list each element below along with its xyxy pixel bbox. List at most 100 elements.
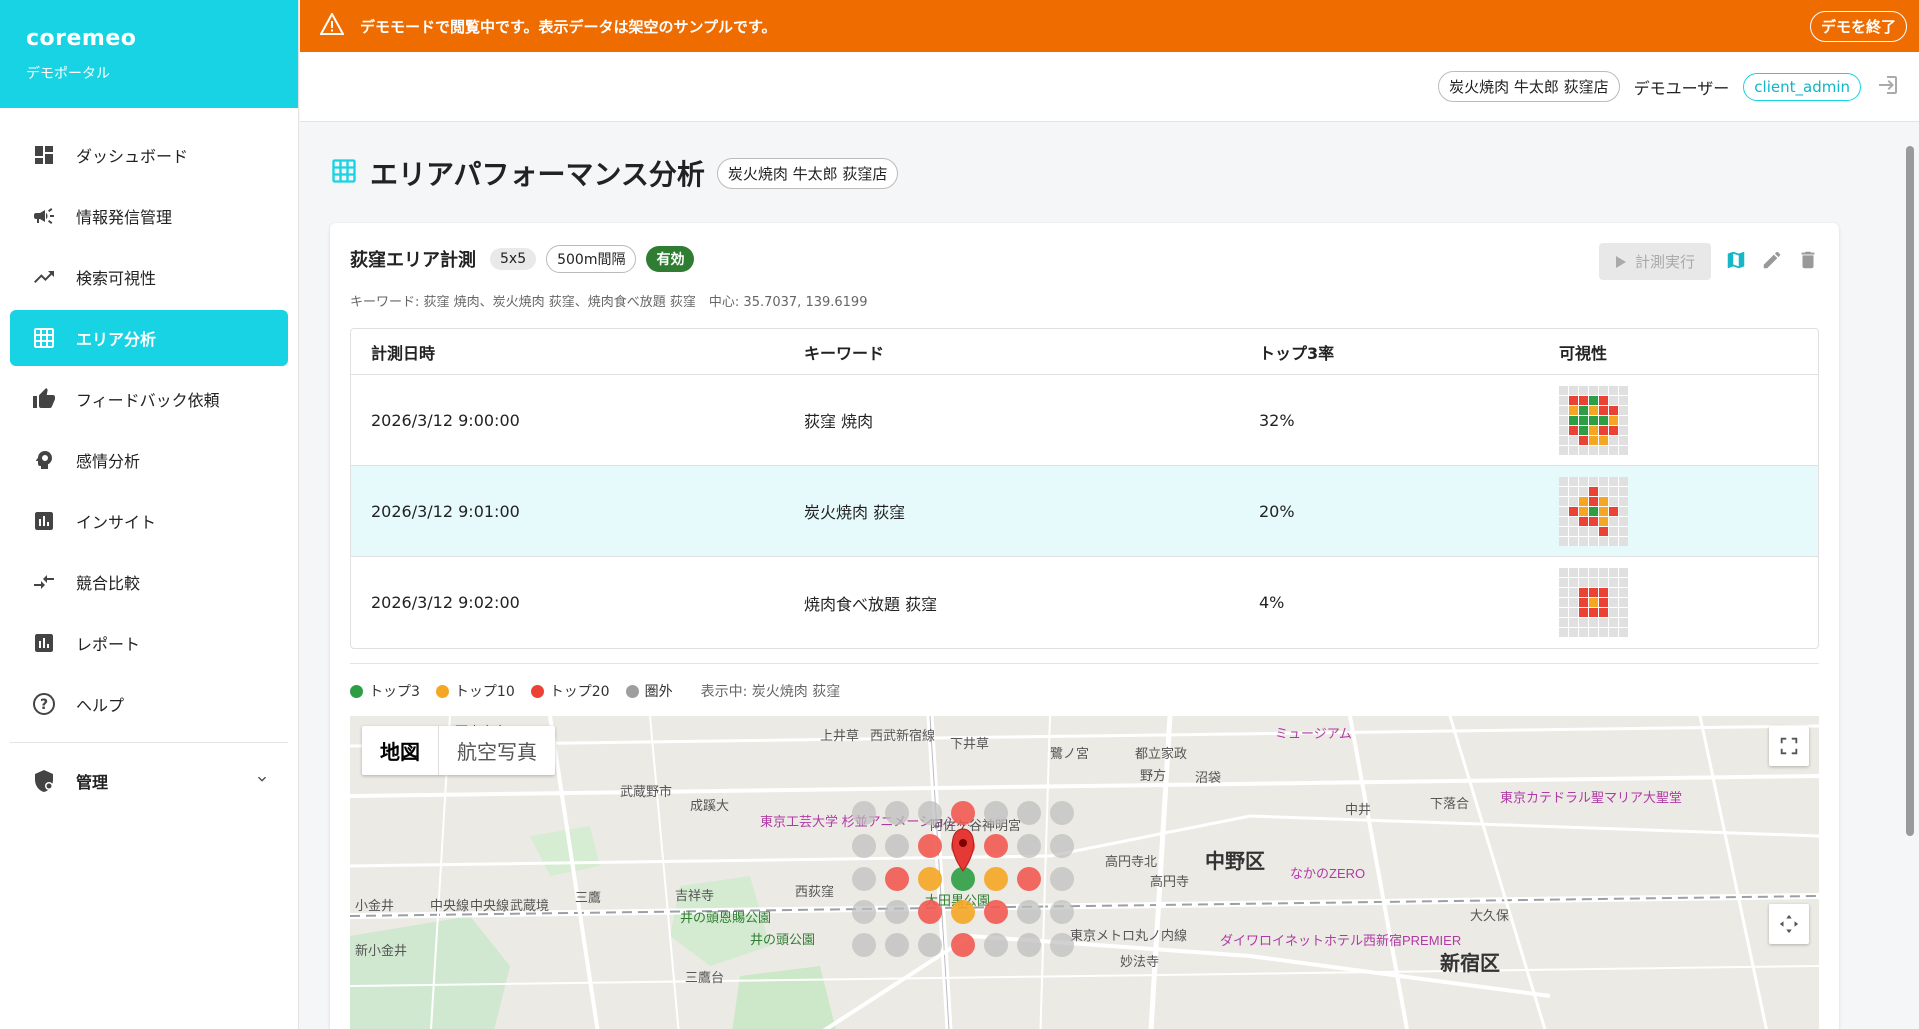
heat-point[interactable]: [1050, 900, 1074, 924]
delete-icon[interactable]: [1797, 249, 1819, 275]
sidebar-item-report[interactable]: レポート: [10, 615, 288, 671]
heat-point[interactable]: [1050, 834, 1074, 858]
heat-point[interactable]: [984, 834, 1008, 858]
map-label: 武蔵野市: [620, 784, 672, 799]
measurement-meta: キーワード: 荻窪 焼肉、炭火焼肉 荻窪、焼肉食べ放題 荻窪 中心: 35.70…: [350, 295, 868, 310]
visibility-cell: [1559, 385, 1568, 395]
table-row[interactable]: 2026/3/12 9:00:00 荻窪 焼肉 32%: [351, 375, 1818, 466]
map-label: 高円寺北: [1105, 854, 1157, 869]
sidebar-item-insights[interactable]: インサイト: [10, 493, 288, 549]
visibility-cell: [1559, 536, 1568, 546]
heat-point[interactable]: [885, 801, 909, 825]
heat-point[interactable]: [984, 867, 1008, 891]
sidebar-item-feedback[interactable]: フィードバック依頼: [10, 371, 288, 427]
table-row[interactable]: 2026/3/12 9:02:00 焼肉食べ放題 荻窪 4%: [351, 557, 1818, 648]
visibility-thumbnail[interactable]: [1559, 568, 1628, 637]
heat-point[interactable]: [885, 834, 909, 858]
end-demo-button[interactable]: デモを終了: [1809, 10, 1907, 42]
visibility-cell: [1609, 395, 1618, 405]
visibility-cell: [1619, 425, 1628, 435]
edit-icon[interactable]: [1761, 249, 1783, 275]
brand-subtitle: デモポータル: [26, 66, 110, 82]
heat-point[interactable]: [1017, 834, 1041, 858]
visibility-cell: [1619, 608, 1628, 617]
heat-point[interactable]: [951, 900, 975, 924]
heat-point[interactable]: [1050, 867, 1074, 891]
heat-point[interactable]: [1050, 801, 1074, 825]
heat-point[interactable]: [918, 900, 942, 924]
sidebar-item-sentiment[interactable]: 感情分析: [10, 432, 288, 488]
map-type-satellite[interactable]: 航空写真: [438, 726, 555, 775]
sidebar-item-admin[interactable]: 管理: [10, 753, 288, 809]
heat-point[interactable]: [852, 801, 876, 825]
run-measurement-button[interactable]: 計測実行: [1598, 243, 1711, 280]
heat-point[interactable]: [885, 867, 909, 891]
map-canvas[interactable]: 西東京市上井草西武新宿線下井草鷺ノ宮都立家政野方沼袋中井下落合東京カテドラル聖マ…: [350, 716, 1819, 1029]
row-datetime: 2026/3/12 9:01:00: [371, 501, 520, 521]
area-map[interactable]: 西東京市上井草西武新宿線下井草鷺ノ宮都立家政野方沼袋中井下落合東京カテドラル聖マ…: [350, 716, 1819, 1029]
heat-point[interactable]: [984, 933, 1008, 957]
heat-point[interactable]: [852, 933, 876, 957]
visibility-cell: [1599, 445, 1608, 455]
sidebar-item-dashboard[interactable]: ダッシュボード: [10, 127, 288, 183]
sidebar-item-search-visibility[interactable]: 検索可視性: [10, 249, 288, 305]
heat-point[interactable]: [852, 834, 876, 858]
visibility-cell: [1569, 506, 1578, 516]
visibility-cell: [1619, 405, 1628, 415]
heat-point[interactable]: [918, 801, 942, 825]
visibility-cell: [1619, 536, 1628, 546]
map-icon[interactable]: [1725, 249, 1747, 275]
brand[interactable]: coremeo デモポータル: [0, 0, 298, 108]
heat-point[interactable]: [1017, 900, 1041, 924]
visibility-cell: [1599, 578, 1608, 587]
store-selector[interactable]: 炭火焼肉 牛太郎 荻窪店: [1438, 71, 1620, 102]
sidebar-item-competitors[interactable]: 競合比較: [10, 554, 288, 610]
svg-text:?: ?: [40, 697, 48, 713]
demo-banner: デモモードで閲覧中です。表示データは架空のサンプルです。 デモを終了: [300, 0, 1919, 52]
visibility-cell: [1579, 568, 1588, 577]
location-pin-icon[interactable]: [952, 828, 974, 872]
heat-point[interactable]: [885, 933, 909, 957]
emotion-icon: [30, 446, 58, 474]
page-scrollbar[interactable]: [1905, 128, 1915, 1028]
fullscreen-icon[interactable]: [1769, 726, 1809, 766]
sidebar-item-help[interactable]: ? ヘルプ: [10, 676, 288, 732]
recenter-icon[interactable]: [1769, 904, 1809, 944]
visibility-cell: [1569, 578, 1578, 587]
visibility-cell: [1599, 385, 1608, 395]
heat-point[interactable]: [984, 900, 1008, 924]
heat-point[interactable]: [951, 933, 975, 957]
visibility-cell: [1589, 568, 1598, 577]
heat-point[interactable]: [1017, 867, 1041, 891]
heat-point[interactable]: [951, 801, 975, 825]
visibility-cell: [1609, 425, 1618, 435]
map-type-map[interactable]: 地図: [362, 726, 438, 775]
sidebar-item-publishing[interactable]: 情報発信管理: [10, 188, 288, 244]
heat-point[interactable]: [1050, 933, 1074, 957]
megaphone-icon: [30, 202, 58, 230]
visibility-cell: [1589, 425, 1598, 435]
table-row[interactable]: 2026/3/12 9:01:00 炭火焼肉 荻窪 20%: [351, 466, 1818, 557]
heat-point[interactable]: [1017, 933, 1041, 957]
sidebar-item-area-analysis[interactable]: エリア分析: [10, 310, 288, 366]
heat-point[interactable]: [852, 867, 876, 891]
heat-point[interactable]: [918, 834, 942, 858]
visibility-thumbnail[interactable]: [1559, 385, 1628, 455]
visibility-cell: [1599, 415, 1608, 425]
logout-icon[interactable]: [1875, 73, 1899, 101]
heat-point[interactable]: [984, 801, 1008, 825]
report-icon: [30, 629, 58, 657]
visibility-cell: [1559, 486, 1568, 496]
visibility-cell: [1609, 516, 1618, 526]
visibility-thumbnail[interactable]: [1559, 476, 1628, 546]
visibility-cell: [1589, 608, 1598, 617]
heat-point[interactable]: [1017, 801, 1041, 825]
heat-point[interactable]: [852, 900, 876, 924]
map-label: 都立家政: [1135, 746, 1187, 761]
visibility-cell: [1579, 526, 1588, 536]
scrollbar-thumb[interactable]: [1906, 146, 1914, 836]
heat-point[interactable]: [918, 867, 942, 891]
visibility-cell: [1599, 425, 1608, 435]
heat-point[interactable]: [918, 933, 942, 957]
heat-point[interactable]: [885, 900, 909, 924]
